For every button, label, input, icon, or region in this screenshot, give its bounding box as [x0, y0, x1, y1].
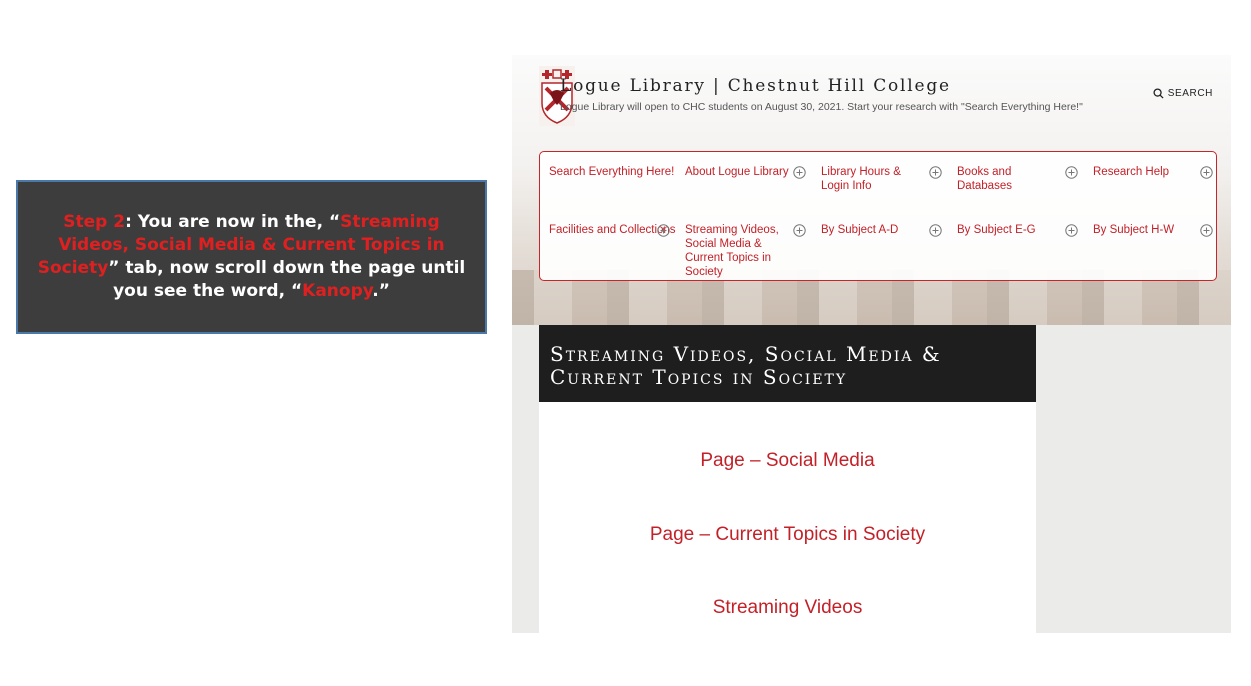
- college-crest-icon: [539, 66, 575, 126]
- nav-item-label: Research Help: [1093, 166, 1170, 178]
- nav-item-label: By Subject A-D: [821, 224, 899, 236]
- nav-item-subject-h-w[interactable]: By Subject H-W: [1093, 223, 1193, 237]
- link-current-topics[interactable]: Page – Current Topics in Society: [539, 524, 1036, 546]
- page-header: Streaming Videos, Social Media & Current…: [539, 325, 1036, 402]
- nav-item-research-help[interactable]: Research Help: [1093, 165, 1193, 179]
- page-title: Streaming Videos, Social Media & Current…: [550, 342, 942, 389]
- nav-item-subject-e-g[interactable]: By Subject E-G: [957, 223, 1069, 237]
- instruction-part2: ” tab, now scroll down the page until yo…: [108, 258, 466, 301]
- instruction-callout: Step 2: You are now in the, “Streaming V…: [16, 180, 487, 334]
- search-label: SEARCH: [1167, 88, 1213, 99]
- instruction-step: Step 2: [63, 212, 126, 232]
- nav-item-subject-a-d[interactable]: By Subject A-D: [821, 223, 929, 237]
- nav-item-streaming-videos[interactable]: Streaming Videos, Social Media & Current…: [685, 223, 795, 279]
- main-navigation: Search Everything Here! About Logue Libr…: [539, 151, 1217, 281]
- nav-item-label: Books and Databases: [957, 166, 1012, 192]
- plus-circle-icon[interactable]: [1065, 224, 1078, 237]
- plus-circle-icon[interactable]: [929, 224, 942, 237]
- library-website-screenshot: Logue Library | Chestnut Hill College Lo…: [512, 55, 1231, 633]
- nav-item-about[interactable]: About Logue Library: [685, 165, 795, 179]
- plus-circle-icon[interactable]: [1200, 166, 1213, 179]
- page-content: Streaming Videos, Social Media & Current…: [539, 325, 1036, 633]
- instruction-part3: .”: [372, 281, 390, 301]
- nav-item-books-databases[interactable]: Books and Databases: [957, 165, 1069, 193]
- link-social-media[interactable]: Page – Social Media: [539, 450, 1036, 472]
- plus-circle-icon[interactable]: [1200, 224, 1213, 237]
- plus-circle-icon[interactable]: [1065, 166, 1078, 179]
- plus-circle-icon[interactable]: [929, 166, 942, 179]
- nav-item-label: By Subject H-W: [1093, 224, 1175, 236]
- nav-item-label: By Subject E-G: [957, 224, 1036, 236]
- plus-circle-icon[interactable]: [793, 224, 806, 237]
- site-announcement: Logue Library will open to CHC students …: [560, 101, 1083, 113]
- instruction-part1: : You are now in the, “: [125, 212, 341, 232]
- nav-item-label: About Logue Library: [685, 166, 789, 178]
- nav-item-label: Library Hours & Login Info: [821, 166, 901, 192]
- nav-item-hours[interactable]: Library Hours & Login Info: [821, 165, 929, 193]
- nav-item-label: Search Everything Here!: [549, 166, 675, 178]
- plus-circle-icon[interactable]: [793, 166, 806, 179]
- nav-item-search-everything[interactable]: Search Everything Here!: [549, 165, 677, 179]
- site-title[interactable]: Logue Library | Chestnut Hill College: [560, 76, 951, 96]
- link-streaming-videos[interactable]: Streaming Videos: [539, 597, 1036, 619]
- plus-circle-icon[interactable]: [657, 224, 670, 237]
- instruction-text: Step 2: You are now in the, “Streaming V…: [36, 211, 467, 303]
- search-button[interactable]: SEARCH: [1153, 88, 1213, 99]
- instruction-keyword: Kanopy: [302, 281, 373, 301]
- search-icon: [1153, 88, 1164, 99]
- nav-item-label: Streaming Videos, Social Media & Current…: [685, 224, 779, 278]
